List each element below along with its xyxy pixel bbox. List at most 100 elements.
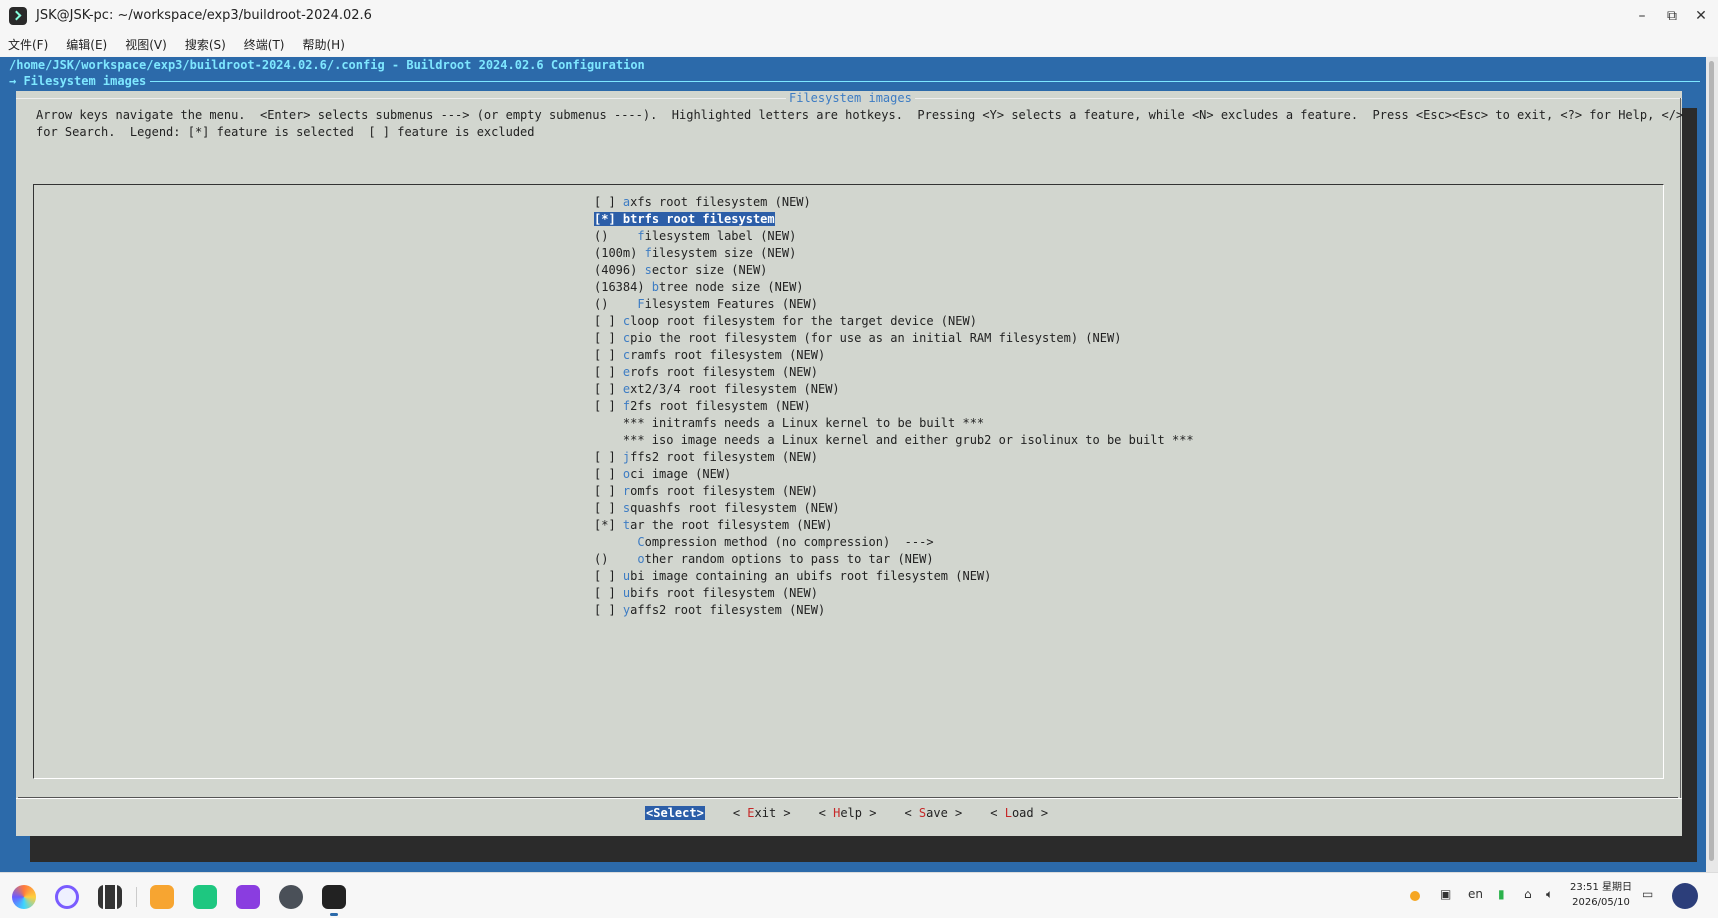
menu-file[interactable]: 文件(F) [6,34,50,55]
minimize-button[interactable]: – [1631,6,1653,26]
menu-item[interactable]: [ ] squashfs root filesystem (NEW) [594,500,1194,517]
menu-item[interactable]: (4096) sector size (NEW) [594,262,1194,279]
config-path: /home/JSK/workspace/exp3/buildroot-2024.… [9,58,645,72]
menu-help[interactable]: 帮助(H) [301,34,347,55]
input-method-indicator[interactable]: en [1468,887,1483,901]
menu-item-label: tree node size (NEW) [659,280,804,294]
menu-item[interactable]: [ ] ubi image containing an ubifs root f… [594,568,1194,585]
menu-item[interactable]: [ ] erofs root filesystem (NEW) [594,364,1194,381]
menu-item-hotkey: f [637,229,645,243]
menu-search[interactable]: 搜索(S) [183,34,228,55]
menu-item-label: ilesystem Features (NEW) [644,297,818,311]
menu-item[interactable]: () filesystem label (NEW) [594,228,1194,245]
menu-item-content: () Filesystem Features (NEW) [594,297,818,311]
network-icon[interactable]: ⌂ [1524,887,1532,901]
menu-item[interactable]: [ ] jffs2 root filesystem (NEW) [594,449,1194,466]
help-button[interactable]: < Help > [819,806,877,820]
select-button[interactable]: <Select> [645,806,705,820]
menu-view[interactable]: 视图(V) [123,34,169,55]
menu-item-prefix [594,535,637,549]
search-icon[interactable] [55,885,79,909]
button-label: < [818,806,834,820]
menu-item-prefix: [ ] [594,450,623,464]
menu-list: [ ] axfs root filesystem (NEW) [*] btrfs … [594,194,1194,619]
scrollbar-thumb[interactable] [1709,61,1714,861]
menu-item[interactable]: [*] tar the root filesystem (NEW) [594,517,1194,534]
menu-item-prefix: () [594,229,638,243]
menu-item[interactable]: [ ] oci image (NEW) [594,466,1194,483]
menu-item[interactable]: [ ] cloop root filesystem for the target… [594,313,1194,330]
chat-icon[interactable] [193,885,217,909]
notification-center-icon[interactable]: ▭ [1642,887,1653,901]
button-label: ave > [926,806,963,820]
menu-item-hotkey: b [651,280,660,294]
menu-item-content: [ ] ubifs root filesystem (NEW) [594,586,818,600]
menu-item[interactable]: Compression method (no compression) ---> [594,534,1194,551]
menu-item-label: quashfs root filesystem (NEW) [630,501,840,515]
clock[interactable]: 23:51 星期日 2026/05/10 [1570,880,1632,910]
terminal-scrollbar[interactable] [1706,57,1718,872]
menu-item[interactable]: [ ] f2fs root filesystem (NEW) [594,398,1194,415]
menu-item-content: [ ] oci image (NEW) [594,467,731,481]
terminal-icon[interactable] [322,885,346,909]
button-label: < [990,806,1005,820]
menu-item-label: rofs root filesystem (NEW) [630,365,818,379]
menu-item[interactable]: () Filesystem Features (NEW) [594,296,1194,313]
menu-edit[interactable]: 编辑(E) [64,34,109,55]
menu-item[interactable]: () other random options to pass to tar (… [594,551,1194,568]
breadcrumb: → Filesystem images [9,74,147,88]
menu-item[interactable]: [ ] cpio the root filesystem (for use as… [594,330,1194,347]
menu-item-content: [*] btrfs root filesystem [594,212,775,226]
menu-item[interactable]: *** iso image needs a Linux kernel and e… [594,432,1194,449]
menu-item-content: (16384) btree node size (NEW) [594,280,804,294]
button-label: < [904,806,919,820]
help-line: Arrow keys navigate the menu. <Enter> se… [36,108,1684,122]
menu-item-prefix: [*] [594,212,623,226]
menu-item-label: ar the root filesystem (NEW) [630,518,833,532]
menu-item[interactable]: *** initramfs needs a Linux kernel to be… [594,415,1194,432]
menu-item[interactable]: (100m) filesystem size (NEW) [594,245,1194,262]
save-button[interactable]: < Save > [904,806,962,820]
multitask-icon[interactable] [98,885,122,909]
menu-item-label: loop root filesystem for the target devi… [630,314,977,328]
help-text: Arrow keys navigate the menu. <Enter> se… [36,107,1683,141]
menu-item-content: *** iso image needs a Linux kernel and e… [594,433,1194,447]
terminal-app-icon [9,7,27,25]
launcher-icon[interactable] [12,885,36,909]
battery-icon[interactable]: ▮ [1498,887,1505,901]
dialog-buttons: <Select> < Exit > < Help > < Save > < Load > [645,806,1076,820]
assistant-icon[interactable] [1672,883,1698,909]
menu-item[interactable]: [ ] ubifs root filesystem (NEW) [594,585,1194,602]
volume-icon[interactable]: 🔈︎ [1546,887,1553,902]
file-manager-icon[interactable] [150,885,174,909]
menu-item[interactable]: [ ] yaffs2 root filesystem (NEW) [594,602,1194,619]
menu-item[interactable]: [ ] axfs root filesystem (NEW) [594,194,1194,211]
menu-item-label: bifs root filesystem (NEW) [630,586,818,600]
menu-item-prefix: [ ] [594,348,623,362]
camera-icon[interactable] [236,885,260,909]
menubar: 文件(F) 编辑(E) 视图(V) 搜索(S) 终端(T) 帮助(H) [0,32,1718,56]
notification-dot-icon[interactable] [1410,891,1420,901]
menu-item-hotkey: s [644,263,652,277]
menu-item[interactable]: (16384) btree node size (NEW) [594,279,1194,296]
button-hotkey: E [747,806,755,820]
menu-item[interactable]: [ ] cramfs root filesystem (NEW) [594,347,1194,364]
menu-item-prefix: () [594,552,638,566]
close-button[interactable]: ✕ [1690,6,1712,26]
load-button[interactable]: < Load > [990,806,1048,820]
menu-item[interactable]: [ ] ext2/3/4 root filesystem (NEW) [594,381,1194,398]
restore-button[interactable]: ⧉ [1661,6,1683,26]
menu-item[interactable]: [*] btrfs root filesystem [594,211,1194,228]
clipboard-icon[interactable]: ▣ [1440,887,1451,901]
menu-item-prefix: [ ] [594,365,623,379]
menu-item-prefix: [ ] [594,331,623,345]
exit-button[interactable]: < Exit > [733,806,791,820]
settings-icon[interactable] [279,885,303,909]
menu-terminal[interactable]: 终端(T) [242,34,287,55]
button-label: elect> [660,806,704,820]
menu-item[interactable]: [ ] romfs root filesystem (NEW) [594,483,1194,500]
menu-item-label: *** initramfs needs a Linux kernel to be… [622,416,985,430]
menu-item-content: [ ] cpio the root filesystem (for use as… [594,331,1121,345]
menu-item-prefix: [ ] [594,399,623,413]
menu-item-label: ector size (NEW) [651,263,768,277]
